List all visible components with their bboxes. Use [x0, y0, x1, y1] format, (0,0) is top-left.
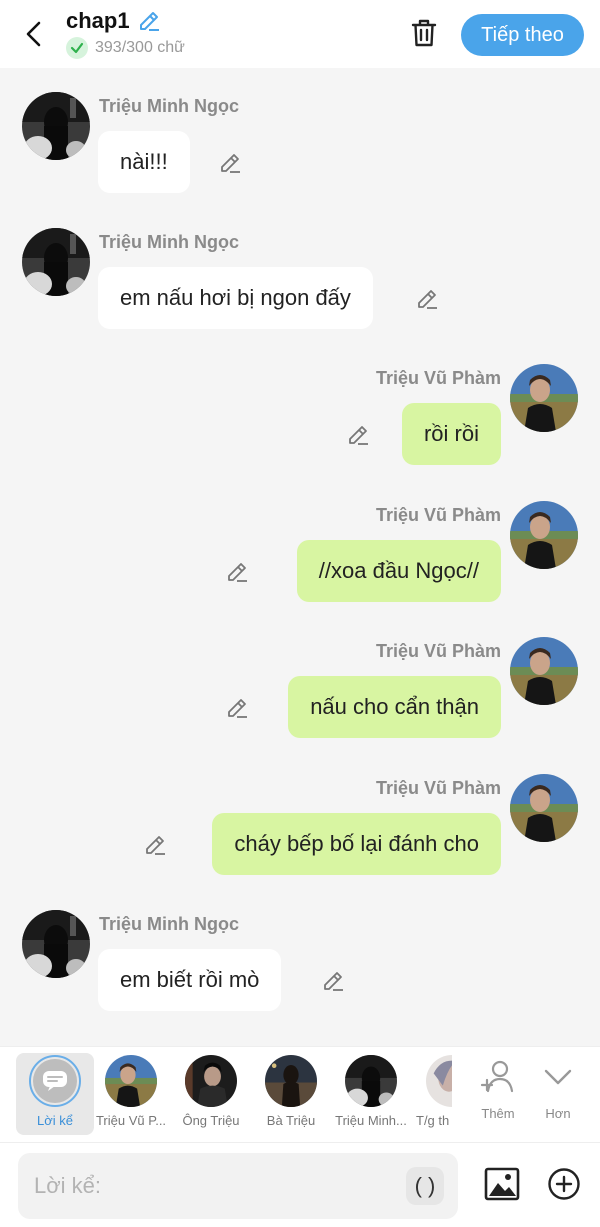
- character-label: Bà Triệu: [266, 1113, 316, 1128]
- message-input-container: ( ): [18, 1153, 458, 1219]
- more-label: Hơn: [545, 1106, 571, 1121]
- avatar[interactable]: [22, 92, 90, 160]
- avatar[interactable]: [22, 228, 90, 296]
- avatar[interactable]: [22, 910, 90, 978]
- character-label: Triệu Minh...: [335, 1113, 407, 1128]
- character-tg[interactable]: T/g th: [412, 1053, 452, 1135]
- sender-name: Triệu Vũ Phàm: [375, 641, 501, 661]
- character-label: Ông Triệu: [182, 1113, 240, 1128]
- message-input[interactable]: [34, 1153, 394, 1219]
- character-narrator[interactable]: Lời kể: [16, 1053, 94, 1135]
- character-trieu-vu-pham[interactable]: Triệu Vũ P...: [92, 1053, 170, 1135]
- character-label: Triệu Vũ P...: [95, 1113, 167, 1128]
- avatar[interactable]: [510, 774, 578, 842]
- image-icon: [484, 1167, 520, 1201]
- narrator-avatar: [29, 1055, 81, 1107]
- character-bar: Lời kể Triệu Vũ P... Ông Triệu Bà Triệu …: [0, 1046, 600, 1142]
- avatar: [426, 1055, 452, 1107]
- insert-image-button[interactable]: [482, 1164, 522, 1204]
- parenthesis-button[interactable]: ( ): [406, 1167, 444, 1205]
- top-bar: chap1 393/300 chữ Tiếp theo: [0, 0, 600, 68]
- sender-name: Triệu Vũ Phàm: [375, 368, 501, 388]
- back-button[interactable]: [14, 14, 54, 54]
- character-trieu-minh-ngoc[interactable]: Triệu Minh...: [332, 1053, 410, 1135]
- delete-button[interactable]: [406, 15, 442, 51]
- avatar: [265, 1055, 317, 1107]
- sender-name: Triệu Minh Ngọc: [99, 914, 240, 934]
- avatar: [105, 1055, 157, 1107]
- add-person-icon: [480, 1060, 514, 1093]
- avatar[interactable]: [510, 364, 578, 432]
- edit-message-button[interactable]: [320, 968, 346, 994]
- edit-message-button[interactable]: [414, 286, 440, 312]
- pencil-icon: [139, 12, 159, 31]
- add-character-button[interactable]: Thêm: [468, 1057, 528, 1121]
- pencil-icon: [228, 563, 247, 582]
- message-bubble[interactable]: rồi rồi: [401, 403, 501, 465]
- more-button[interactable]: Hơn: [528, 1057, 588, 1121]
- sender-name: Triệu Minh Ngọc: [99, 96, 240, 116]
- edit-message-button[interactable]: [142, 832, 168, 858]
- edit-title-button[interactable]: [136, 8, 162, 34]
- trash-icon: [411, 19, 437, 47]
- edit-message-button[interactable]: [345, 422, 371, 448]
- message-bubble[interactable]: em nấu hơi bị ngon đấy: [98, 267, 373, 329]
- avatar[interactable]: [510, 637, 578, 705]
- sender-name: Triệu Minh Ngọc: [99, 232, 240, 252]
- character-ba-trieu[interactable]: Bà Triệu: [252, 1053, 330, 1135]
- pencil-icon: [221, 154, 240, 173]
- next-button[interactable]: Tiếp theo: [461, 14, 584, 56]
- pencil-icon: [146, 836, 165, 855]
- message-bubble[interactable]: nấu cho cẩn thận: [288, 676, 501, 738]
- pencil-icon: [349, 426, 368, 445]
- chevron-left-icon: [26, 21, 41, 47]
- pencil-icon: [228, 699, 247, 718]
- sender-name: Triệu Vũ Phàm: [375, 778, 501, 798]
- page-title: chap1: [66, 8, 130, 33]
- character-ong-trieu[interactable]: Ông Triệu: [172, 1053, 250, 1135]
- message-bubble[interactable]: em biết rồi mò: [98, 949, 282, 1011]
- avatar[interactable]: [510, 501, 578, 569]
- check-icon: [66, 37, 88, 59]
- chat-area[interactable]: Triệu Minh Ngọc nài!!! Triệu Minh Ngọc e…: [0, 68, 600, 1046]
- edit-message-button[interactable]: [224, 695, 250, 721]
- add-button[interactable]: [544, 1164, 584, 1204]
- message-bubble[interactable]: nài!!!: [98, 131, 190, 193]
- message-bubble[interactable]: cháy bếp bố lại đánh cho: [212, 813, 501, 875]
- pencil-icon: [324, 972, 343, 991]
- pencil-icon: [418, 290, 437, 309]
- speech-bubble-icon: [43, 1071, 67, 1091]
- message-bubble[interactable]: //xoa đầu Ngọc//: [296, 540, 501, 602]
- chevron-down-icon: [544, 1069, 572, 1085]
- word-count: 393/300 chữ: [95, 39, 185, 56]
- character-label: T/g th: [416, 1113, 450, 1128]
- avatar: [185, 1055, 237, 1107]
- edit-message-button[interactable]: [217, 150, 243, 176]
- character-label: Lời kể: [37, 1113, 73, 1128]
- edit-message-button[interactable]: [224, 559, 250, 585]
- avatar: [345, 1055, 397, 1107]
- chapter-title-group: chap1 393/300 chữ: [66, 8, 185, 59]
- input-bar: ( ): [0, 1142, 600, 1227]
- sender-name: Triệu Vũ Phàm: [375, 505, 501, 525]
- add-character-label: Thêm: [481, 1106, 515, 1121]
- plus-circle-icon: [548, 1168, 580, 1200]
